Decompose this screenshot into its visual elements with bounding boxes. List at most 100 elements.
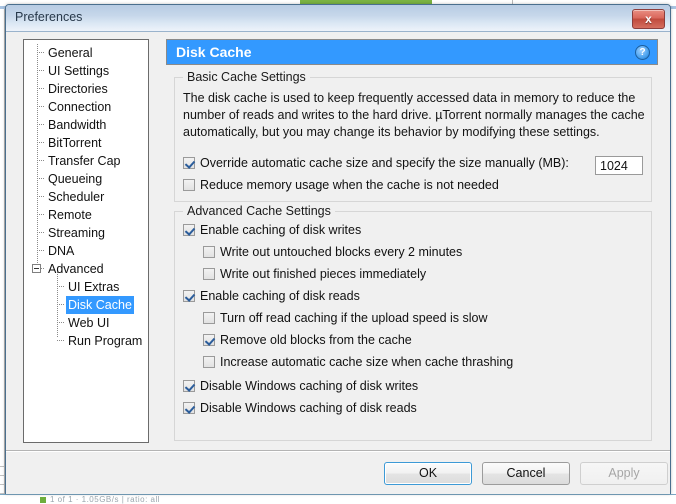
sidebar-item-advanced[interactable]: Advanced (24, 260, 148, 278)
dialog-title-bar[interactable]: Preferences x (6, 5, 670, 32)
basic-cache-settings-description: The disk cache is used to keep frequentl… (183, 91, 645, 139)
tree-collapse-icon[interactable] (32, 264, 41, 273)
checkbox-unchecked-icon[interactable] (203, 356, 215, 368)
sidebar-item-label: Queueing (48, 172, 103, 186)
sidebar-item-bittorrent[interactable]: BitTorrent (24, 134, 148, 152)
advanced-option-5[interactable]: Remove old blocks from the cache (203, 332, 412, 349)
background-left-panel-row (0, 485, 4, 494)
advanced-option-0-label: Enable caching of disk writes (200, 223, 362, 237)
dialog-footer: OK Cancel Apply (6, 452, 670, 494)
sidebar-item-scheduler[interactable]: Scheduler (24, 188, 148, 206)
advanced-option-4-label: Turn off read caching if the upload spee… (220, 311, 488, 325)
sidebar-item-directories[interactable]: Directories (24, 80, 148, 98)
advanced-cache-settings-group: Advanced Cache Settings Enable caching o… (174, 204, 652, 441)
sidebar-item-disk-cache[interactable]: Disk Cache (24, 296, 148, 314)
tree-connector-line (37, 142, 44, 143)
tree-connector-line (37, 52, 44, 53)
tree-connector-line (57, 286, 64, 287)
settings-tree-panel[interactable]: General UI Settings Directories Connection B… (23, 39, 149, 443)
sidebar-item-label: Directories (48, 82, 108, 96)
checkbox-unchecked-icon[interactable] (203, 246, 215, 258)
advanced-option-3[interactable]: Enable caching of disk reads (183, 288, 360, 305)
help-glyph: ? (639, 47, 646, 58)
tree-connector-line (57, 340, 64, 341)
basic-option-0-label: Override automatic cache size and specif… (200, 156, 569, 170)
basic-cache-settings-group: Basic Cache Settings The disk cache is u… (174, 70, 652, 202)
basic-option-1[interactable]: Reduce memory usage when the cache is no… (183, 177, 499, 194)
close-icon: x (645, 12, 652, 26)
page-title: Disk Cache (176, 44, 252, 60)
advanced-option-0[interactable]: Enable caching of disk writes (183, 222, 361, 239)
advanced-option-4[interactable]: Turn off read caching if the upload spee… (203, 310, 488, 327)
tree-connector-line (37, 232, 44, 233)
sidebar-item-remote[interactable]: Remote (24, 206, 148, 224)
tree-connector-line (37, 250, 44, 251)
tree-connector-line (37, 106, 44, 107)
help-icon[interactable]: ? (635, 45, 650, 60)
sidebar-item-ui-settings[interactable]: UI Settings (24, 62, 148, 80)
tree-connector-line (57, 322, 64, 323)
sidebar-item-streaming[interactable]: Streaming (24, 224, 148, 242)
advanced-option-1[interactable]: Write out untouched blocks every 2 minut… (203, 244, 462, 261)
checkbox-unchecked-icon[interactable] (203, 268, 215, 280)
tree-connector-line (37, 160, 44, 161)
sidebar-item-run-program[interactable]: Run Program (24, 332, 148, 350)
tree-connector-line (37, 196, 44, 197)
tree-connector-line (37, 178, 44, 179)
sidebar-item-label: Bandwidth (48, 118, 107, 132)
advanced-option-8[interactable]: Disable Windows caching of disk reads (183, 400, 417, 417)
checkbox-checked-icon[interactable] (183, 380, 195, 392)
sidebar-item-connection[interactable]: Connection (24, 98, 148, 116)
advanced-cache-settings-title: Advanced Cache Settings (183, 204, 335, 218)
advanced-option-7-label: Disable Windows caching of disk writes (200, 379, 419, 393)
sidebar-item-label: UI Extras (68, 280, 120, 294)
apply-button[interactable]: Apply (580, 462, 668, 485)
checkbox-checked-icon[interactable] (183, 224, 195, 236)
sidebar-item-label: BitTorrent (48, 136, 102, 150)
sidebar-item-label: Transfer Cap (48, 154, 121, 168)
sidebar-item-ui-extras[interactable]: UI Extras (24, 278, 148, 296)
sidebar-item-label: Disk Cache (66, 296, 134, 314)
sidebar-item-label: Advanced (48, 262, 104, 276)
advanced-option-2-label: Write out finished pieces immediately (220, 267, 427, 281)
sidebar-item-transfer-cap[interactable]: Transfer Cap (24, 152, 148, 170)
advanced-option-7[interactable]: Disable Windows caching of disk writes (183, 378, 418, 395)
sidebar-item-label: General (48, 46, 93, 60)
checkbox-unchecked-icon[interactable] (203, 312, 215, 324)
tree-connector-line (37, 124, 44, 125)
tree-connector-line (57, 304, 64, 305)
checkbox-checked-icon[interactable] (203, 334, 215, 346)
ok-button[interactable]: OK (384, 462, 472, 485)
sidebar-item-general[interactable]: General (24, 44, 148, 62)
advanced-option-6-label: Increase automatic cache size when cache… (220, 355, 514, 369)
sidebar-item-label: Scheduler (48, 190, 105, 204)
checkbox-checked-icon[interactable] (183, 290, 195, 302)
advanced-option-2[interactable]: Write out finished pieces immediately (203, 266, 426, 283)
dialog-body: General UI Settings Directories Connection B… (6, 32, 670, 494)
sidebar-item-dna[interactable]: DNA (24, 242, 148, 260)
sidebar-item-queueing[interactable]: Queueing (24, 170, 148, 188)
basic-option-0[interactable]: Override automatic cache size and specif… (183, 155, 569, 172)
sidebar-item-label: Remote (48, 208, 92, 222)
sidebar-item-label: Connection (48, 100, 112, 114)
cancel-button[interactable]: Cancel (482, 462, 570, 485)
sidebar-item-bandwidth[interactable]: Bandwidth (24, 116, 148, 134)
tree-connector-line (37, 214, 44, 215)
background-left-panel-row (0, 476, 4, 485)
checkbox-unchecked-icon[interactable] (183, 179, 195, 191)
background-left-panel-row (0, 467, 4, 476)
tree-connector-line (37, 88, 44, 89)
dialog-title: Preferences (15, 10, 83, 24)
sidebar-item-label: UI Settings (48, 64, 110, 78)
advanced-option-1-label: Write out untouched blocks every 2 minut… (220, 245, 463, 259)
cache-size-input[interactable] (595, 156, 643, 175)
close-button[interactable]: x (632, 9, 665, 29)
advanced-option-5-label: Remove old blocks from the cache (220, 333, 412, 347)
settings-tree-list: General UI Settings Directories Connection B… (24, 40, 148, 350)
advanced-option-6[interactable]: Increase automatic cache size when cache… (203, 354, 513, 371)
background-left-panel-row (0, 458, 4, 467)
checkbox-checked-icon[interactable] (183, 402, 195, 414)
sidebar-item-web-ui[interactable]: Web UI (24, 314, 148, 332)
background-status-label: 1 of 1 · 1.05GB/s | ratio: all (50, 495, 161, 504)
checkbox-checked-icon[interactable] (183, 157, 195, 169)
